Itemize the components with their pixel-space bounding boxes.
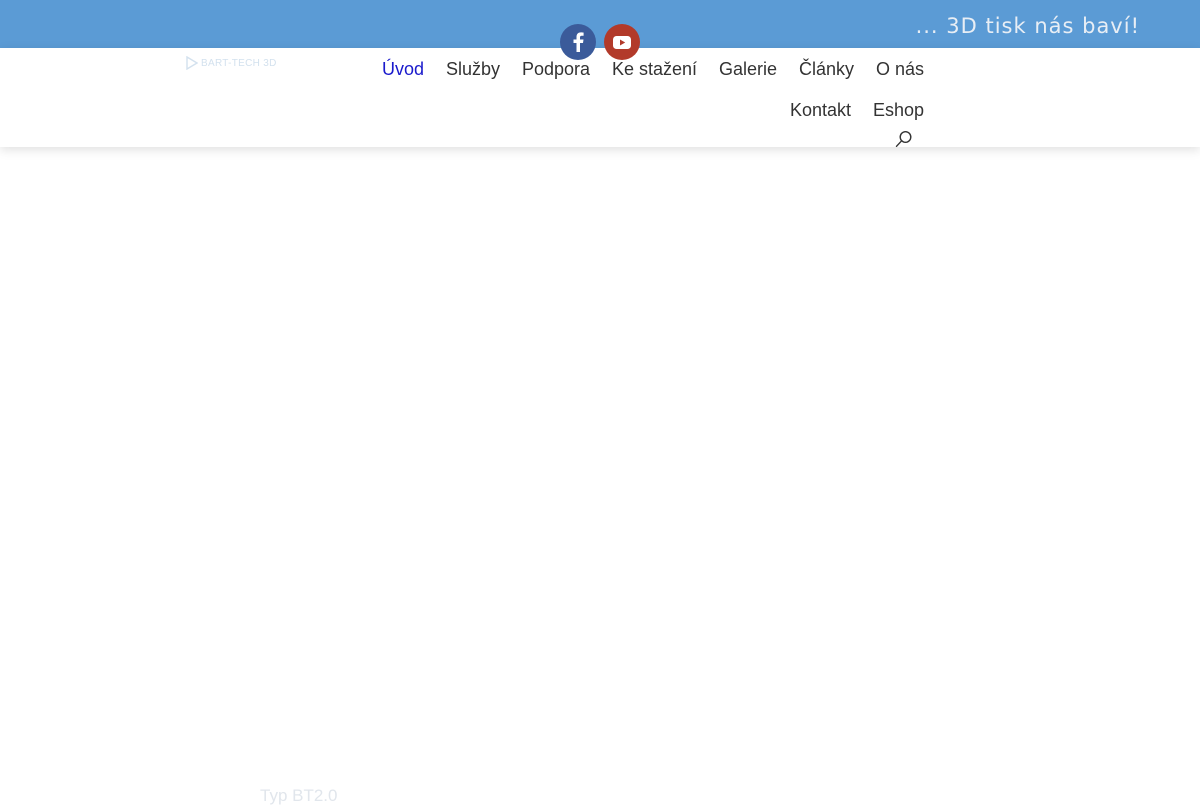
hero-section bbox=[0, 147, 1200, 800]
nav-item-uvod[interactable]: Úvod bbox=[382, 59, 424, 80]
youtube-icon bbox=[613, 35, 631, 49]
nav-item-sluzby[interactable]: Služby bbox=[446, 59, 500, 80]
nav-item-o-nas[interactable]: O nás bbox=[876, 59, 924, 80]
logo-mark-icon bbox=[186, 56, 198, 70]
facebook-button[interactable] bbox=[560, 24, 596, 60]
nav-item-galerie[interactable]: Galerie bbox=[719, 59, 777, 80]
site-header: BART-TECH 3D Úvod Služby Podpora Ke staž… bbox=[0, 48, 1200, 147]
tagline: ... 3D tisk nás baví! bbox=[915, 14, 1140, 38]
logo-text: BART-TECH 3D bbox=[201, 57, 277, 69]
nav-item-kontakt[interactable]: Kontakt bbox=[790, 100, 851, 121]
nav-item-podpora[interactable]: Podpora bbox=[522, 59, 590, 80]
search-button[interactable] bbox=[895, 130, 913, 153]
youtube-button[interactable] bbox=[604, 24, 640, 60]
nav-item-clanky[interactable]: Články bbox=[799, 59, 854, 80]
top-bar: ... 3D tisk nás baví! bbox=[0, 0, 1200, 48]
facebook-icon bbox=[573, 32, 584, 52]
hero-caption: Typ BT2.0 bbox=[260, 786, 338, 805]
nav-item-eshop[interactable]: Eshop bbox=[873, 100, 924, 121]
nav-item-ke-stazeni[interactable]: Ke stažení bbox=[612, 59, 697, 80]
search-icon bbox=[895, 130, 912, 147]
site-logo[interactable]: BART-TECH 3D bbox=[186, 56, 277, 70]
